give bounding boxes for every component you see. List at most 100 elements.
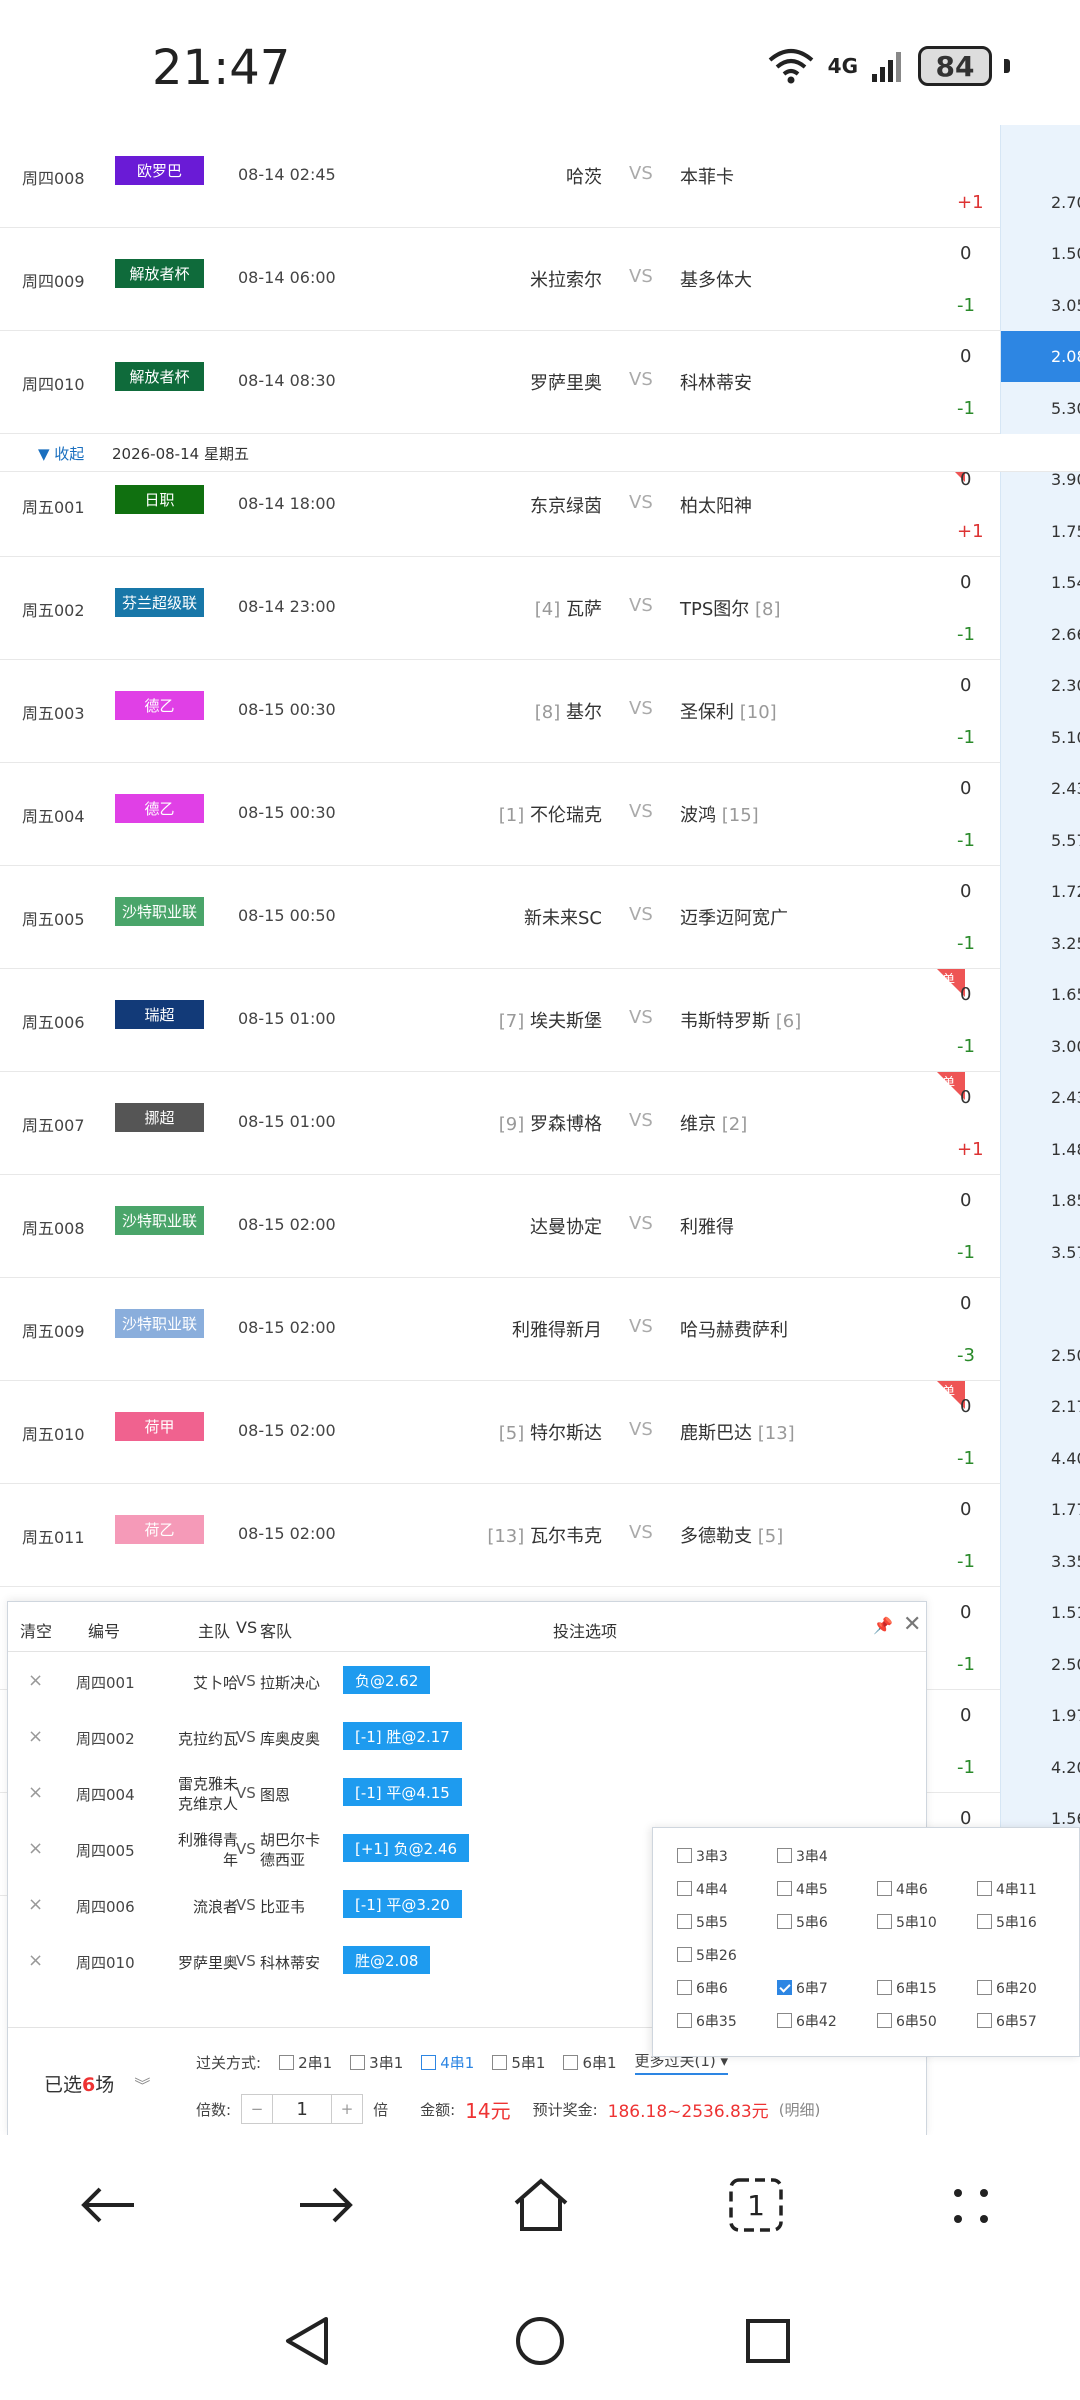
multiple-input[interactable]: 1 [272, 2095, 333, 2123]
slip-pick[interactable]: 胜@2.08 [343, 1946, 431, 1974]
odds-win-button[interactable]: 1.65 [1051, 985, 1080, 1004]
odds-win-button[interactable]: 2.43 [1051, 1088, 1080, 1107]
slip-pick[interactable]: [-1] 平@3.20 [343, 1890, 462, 1918]
odds-win-button[interactable]: 2.30 [1051, 676, 1080, 695]
match-row[interactable]: 周五006 瑞超 08-15 01:00 [7] 埃夫斯堡 VS 韦斯特罗斯 [6] 单 0 -… [0, 969, 1080, 1072]
odds-handicap-button[interactable]: 2.70 [1051, 193, 1080, 212]
match-row[interactable]: 周五005 沙特职业联 08-15 00:50 新未来SC VS 迈季迈阿宽广 0 -1 1.7… [0, 866, 1080, 969]
forward-arrow-icon[interactable] [298, 2185, 354, 2225]
odds-handicap-button[interactable]: 5.57 [1051, 831, 1080, 850]
match-row[interactable]: 周五010 荷甲 08-15 02:00 [5] 特尔斯达 VS 鹿斯巴达 [13] 单 0 -… [0, 1381, 1080, 1484]
menu-dots-icon[interactable] [950, 2185, 992, 2227]
odds-win-button[interactable]: 1.54 [1051, 573, 1080, 592]
slip-pick[interactable]: [+1] 负@2.46 [343, 1834, 469, 1862]
odds-handicap-button[interactable]: 3.25 [1051, 934, 1080, 953]
pass-combo-option[interactable]: 3串3 [677, 1846, 728, 1866]
pass-combo-option[interactable]: 5串10 [877, 1912, 937, 1932]
odds-win-button[interactable]: 1.97 [1051, 1706, 1080, 1725]
match-row[interactable]: 周五004 德乙 08-15 00:30 [1] 不伦瑞克 VS 波鸿 [15] 0 -1 2.… [0, 763, 1080, 866]
remove-item-icon[interactable]: × [28, 1838, 43, 1859]
pin-icon[interactable]: 📌 [873, 1616, 893, 1635]
pass-combo-option[interactable]: 6串35 [677, 2011, 737, 2031]
pass-combo-option[interactable]: 4串5 [777, 1879, 828, 1899]
match-row[interactable]: 周四008 欧罗巴 08-14 02:45 哈茨 VS 本菲卡 +1 2.70 [0, 125, 1080, 228]
odds-win-button[interactable]: 1.56 [1051, 1809, 1080, 1828]
pass-combo-option[interactable]: 6串57 [977, 2011, 1037, 2031]
pass-combo-option[interactable]: 5串5 [677, 1912, 728, 1932]
handicap-top: 0 [960, 1808, 972, 1829]
slip-pick[interactable]: [-1] 胜@2.17 [343, 1722, 462, 1750]
odds-handicap-button[interactable]: 1.75 [1051, 522, 1080, 541]
match-row[interactable]: 周五011 荷乙 08-15 02:00 [13] 瓦尔韦克 VS 多德勒支 [5] 0 -1… [0, 1484, 1080, 1587]
slip-pick[interactable]: [-1] 平@4.15 [343, 1778, 462, 1806]
home-icon[interactable] [512, 2177, 570, 2233]
remove-item-icon[interactable]: × [28, 1894, 43, 1915]
match-row[interactable]: 周五002 芬兰超级联 08-14 23:00 [4] 瓦萨 VS TPS图尔 [8] 0 -… [0, 557, 1080, 660]
remove-item-icon[interactable]: × [28, 1726, 43, 1747]
odds-handicap-button[interactable]: 2.50 [1051, 1655, 1080, 1674]
match-row[interactable]: 周五003 德乙 08-15 00:30 [8] 基尔 VS 圣保利 [10] 0 -1 2.3… [0, 660, 1080, 763]
pass-combo-option[interactable]: 6串42 [777, 2011, 837, 2031]
close-icon[interactable]: ✕ [903, 1612, 921, 1637]
tabs-icon[interactable]: 1 [728, 2177, 784, 2233]
odds-win-button[interactable]: 1.50 [1051, 244, 1080, 263]
odds-handicap-button[interactable]: 2.50 [1051, 1346, 1080, 1365]
nav-home-icon[interactable] [514, 2315, 566, 2367]
back-arrow-icon[interactable] [80, 2185, 136, 2225]
pass-option[interactable]: 4串1 [421, 2052, 474, 2073]
pass-option[interactable]: 5串1 [492, 2052, 545, 2073]
remove-item-icon[interactable]: × [28, 1950, 43, 1971]
pass-combo-option[interactable]: 4串11 [977, 1879, 1037, 1899]
odds-handicap-button[interactable]: 4.40 [1051, 1449, 1080, 1468]
pass-combo-option[interactable]: 6串6 [677, 1978, 728, 1998]
pass-combo-option[interactable]: 3串4 [777, 1846, 828, 1866]
odds-win-button[interactable]: 1.51 [1051, 1603, 1080, 1622]
odds-win-button[interactable]: 2.17 [1051, 1397, 1080, 1416]
odds-handicap-button[interactable]: 2.66 [1051, 625, 1080, 644]
pass-combo-option[interactable]: 5串6 [777, 1912, 828, 1932]
match-row[interactable]: 周五007 挪超 08-15 01:00 [9] 罗森博格 VS 维京 [2] 单 0 +1 2.… [0, 1072, 1080, 1175]
expand-chevron-icon[interactable]: ︾ [134, 2076, 150, 2095]
collapse-toggle[interactable]: ▼ 收起 [38, 443, 84, 464]
pass-option[interactable]: 3串1 [350, 2052, 403, 2073]
odds-win-button[interactable]: 1.85 [1051, 1191, 1080, 1210]
pass-combo-option[interactable]: 4串4 [677, 1879, 728, 1899]
odds-handicap-button[interactable]: 3.05 [1051, 296, 1080, 315]
pass-combo-option[interactable]: 6串50 [877, 2011, 937, 2031]
odds-handicap-button[interactable]: 3.35 [1051, 1552, 1080, 1571]
match-row[interactable]: 周四010 解放者杯 08-14 08:30 罗萨里奥 VS 科林蒂安 0 -1 2.08 5.3… [0, 331, 1080, 434]
single-tag-label: 单 [942, 973, 956, 988]
match-row[interactable]: 周四009 解放者杯 08-14 06:00 米拉索尔 VS 基多体大 0 -1 1.50 3.0… [0, 228, 1080, 331]
pass-combo-option[interactable]: 5串26 [677, 1945, 737, 1965]
pass-combo-option[interactable]: 6串7 [777, 1978, 828, 1998]
pass-combo-option[interactable]: 6串15 [877, 1978, 937, 1998]
decrement-button[interactable]: − [242, 2095, 272, 2123]
pass-option[interactable]: 2串1 [279, 2052, 332, 2073]
odds-win-button[interactable]: 2.08 [1051, 347, 1080, 366]
pass-combo-option[interactable]: 5串16 [977, 1912, 1037, 1932]
odds-win-button[interactable]: 2.43 [1051, 779, 1080, 798]
odds-handicap-button[interactable]: 3.00 [1051, 1037, 1080, 1056]
odds-win-button[interactable]: 3.90 [1051, 470, 1080, 489]
odds-handicap-button[interactable]: 5.30 [1051, 399, 1080, 418]
clear-button[interactable]: 清空 [20, 1618, 52, 1642]
slip-pick[interactable]: 负@2.62 [343, 1666, 431, 1694]
odds-handicap-button[interactable]: 3.57 [1051, 1243, 1080, 1262]
match-row[interactable]: 周五009 沙特职业联 08-15 02:00 利雅得新月 VS 哈马赫费萨利 0 -3 2.5… [0, 1278, 1080, 1381]
odds-handicap-button[interactable]: 1.48 [1051, 1140, 1080, 1159]
match-row[interactable]: 周五008 沙特职业联 08-15 02:00 达曼协定 VS 利雅得 0 -1 1.85 3.5… [0, 1175, 1080, 1278]
nav-recents-icon[interactable] [744, 2317, 792, 2365]
odds-win-button[interactable]: 1.72 [1051, 882, 1080, 901]
pass-option[interactable]: 6串1 [563, 2052, 617, 2073]
remove-item-icon[interactable]: × [28, 1670, 43, 1691]
increment-button[interactable]: + [332, 2095, 362, 2123]
odds-handicap-button[interactable]: 4.20 [1051, 1758, 1080, 1777]
chosen-count[interactable]: 已选6场 ︾ [44, 2070, 150, 2097]
pass-combo-option[interactable]: 6串20 [977, 1978, 1037, 1998]
pass-combo-option[interactable]: 4串6 [877, 1879, 928, 1899]
odds-handicap-button[interactable]: 5.10 [1051, 728, 1080, 747]
nav-back-icon[interactable] [284, 2315, 330, 2367]
prize-detail-link[interactable]: (明细) [779, 2099, 821, 2120]
remove-item-icon[interactable]: × [28, 1782, 43, 1803]
odds-win-button[interactable]: 1.77 [1051, 1500, 1080, 1519]
